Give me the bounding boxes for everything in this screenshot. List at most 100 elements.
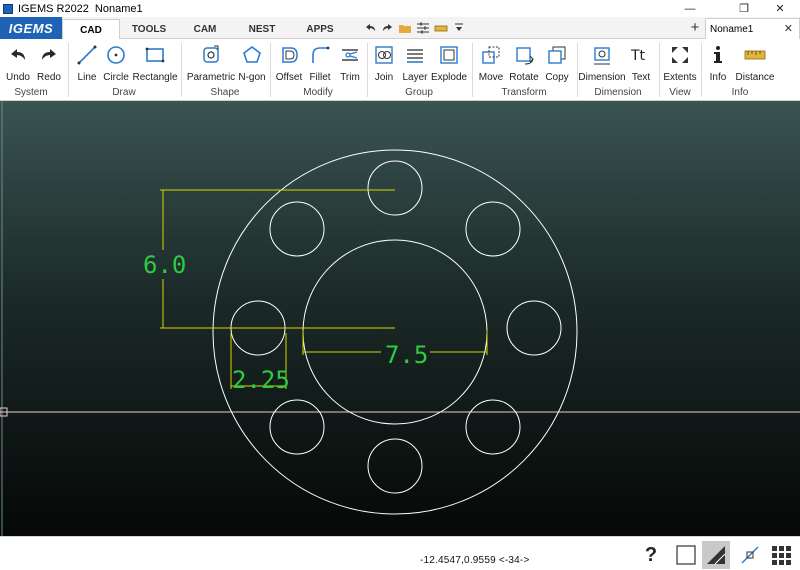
svg-text:Tt: Tt <box>630 48 646 64</box>
quick-measure-icon[interactable] <box>434 21 448 35</box>
undo-icon <box>11 49 25 60</box>
layer-label: Layer <box>402 72 428 83</box>
group-dimension: Dimension Tt Text Dimension <box>578 39 658 101</box>
drawing-canvas[interactable]: 6.0 7.5 2.25 <box>0 101 800 536</box>
rotate-button[interactable]: Rotate <box>509 41 539 85</box>
rotate-icon <box>516 47 534 65</box>
tab-cam[interactable]: CAM <box>176 19 234 39</box>
tab-nest[interactable]: NEST <box>233 19 291 39</box>
rotate-label: Rotate <box>509 72 539 83</box>
grid-icon <box>772 546 791 565</box>
offset-button[interactable]: Offset <box>274 41 304 85</box>
copy-button[interactable]: Copy <box>543 41 571 85</box>
new-document-button[interactable]: + <box>687 19 703 37</box>
inner-circle <box>302 239 488 425</box>
dimension-icon <box>594 47 610 65</box>
redo-icon <box>42 49 56 60</box>
cursor-coordinates: -12.4547,0.9559 <-34-> <box>420 555 530 566</box>
quick-settings-icon[interactable] <box>416 21 430 35</box>
quick-open-folder-icon[interactable] <box>398 21 412 35</box>
group-label-draw: Draw <box>112 87 136 98</box>
rectangle-icon <box>145 47 165 63</box>
join-icon <box>375 46 393 64</box>
join-label: Join <box>374 72 394 83</box>
restore-button[interactable]: ❐ <box>729 0 759 17</box>
explode-button[interactable]: Explode <box>431 41 467 85</box>
dimension-text: 6.0 <box>143 251 186 279</box>
ngon-label: N-gon <box>238 72 266 83</box>
group-transform: Move Rotate Copy Transform <box>473 39 575 101</box>
group-info: Info Distance Info <box>702 39 778 101</box>
group-label-shape: Shape <box>210 87 240 98</box>
line-icon <box>77 45 97 65</box>
close-window-button[interactable]: ✕ <box>765 0 795 17</box>
undo-button[interactable]: Undo <box>5 41 31 85</box>
bolt-hole <box>367 160 423 216</box>
drawing-svg[interactable]: 6.0 7.5 2.25 <box>0 101 800 536</box>
document-close-icon[interactable]: ✕ <box>784 22 793 35</box>
ngon-button[interactable]: N-gon <box>238 41 266 85</box>
dimension-lines <box>160 189 488 389</box>
explode-icon <box>440 46 458 64</box>
group-label-dimension: Dimension <box>594 87 642 98</box>
grid-button[interactable] <box>768 542 794 568</box>
move-button[interactable]: Move <box>477 41 505 85</box>
bolt-hole <box>506 300 562 356</box>
trim-button[interactable]: Trim <box>337 41 363 85</box>
rectangle-label: Rectangle <box>132 72 178 83</box>
document-tab[interactable]: Noname1 ✕ <box>705 18 800 39</box>
bolt-hole <box>269 201 325 257</box>
snap-angle-button[interactable] <box>702 541 730 569</box>
parametric-icon <box>203 45 219 63</box>
tab-apps[interactable]: APPS <box>291 19 349 39</box>
explode-label: Explode <box>430 72 468 83</box>
distance-button[interactable]: Distance <box>734 41 776 85</box>
dimension-text: 2.25 <box>232 366 290 394</box>
circle-button[interactable]: Circle <box>103 41 129 85</box>
move-icon <box>482 46 500 64</box>
app-title: IGEMS R2022 <box>18 2 89 15</box>
group-group: Join Layer Explode Group <box>368 39 470 101</box>
help-button[interactable]: ? <box>638 542 664 568</box>
quick-redo-icon[interactable] <box>381 21 395 35</box>
document-title: Noname1 <box>94 2 143 15</box>
rectangle-button[interactable]: Rectangle <box>132 41 178 85</box>
quick-dropdown-icon[interactable] <box>452 21 466 35</box>
tab-tools[interactable]: TOOLS <box>120 19 178 39</box>
snap-point-button[interactable] <box>737 542 763 568</box>
minimize-button[interactable]: — <box>675 0 705 17</box>
copy-label: Copy <box>545 72 569 83</box>
parametric-label: Parametric <box>186 72 236 83</box>
dimension-text: 7.5 <box>385 341 428 369</box>
undo-label: Undo <box>6 72 30 83</box>
tab-cad[interactable]: CAD <box>62 19 120 40</box>
text-icon: Tt <box>630 48 646 64</box>
outer-circle <box>212 149 578 515</box>
fillet-button[interactable]: Fillet <box>307 41 333 85</box>
redo-button[interactable]: Redo <box>36 41 62 85</box>
layer-button[interactable]: Layer <box>401 41 429 85</box>
dimension-texts: 6.0 7.5 2.25 <box>143 251 428 394</box>
dimension-button[interactable]: Dimension <box>578 41 626 85</box>
offset-label: Offset <box>275 72 303 83</box>
extents-button[interactable]: Extents <box>663 41 697 85</box>
parametric-button[interactable]: Parametric <box>187 41 235 85</box>
distance-label: Distance <box>735 72 775 83</box>
group-label-modify: Modify <box>303 87 333 98</box>
group-label-info: Info <box>731 87 749 98</box>
move-label: Move <box>478 72 504 83</box>
angle-snap-icon <box>707 546 726 565</box>
extents-icon <box>672 47 688 63</box>
title-bar: IGEMS R2022 Noname1 — ❐ ✕ <box>0 0 800 17</box>
group-draw: Line Circle Rectangle Draw <box>69 39 179 101</box>
group-modify: Offset Fillet Trim Modify <box>271 39 365 101</box>
info-button[interactable]: Info <box>705 41 731 85</box>
ortho-toggle-button[interactable] <box>673 542 699 568</box>
offset-icon <box>282 47 298 63</box>
line-button[interactable]: Line <box>73 41 101 85</box>
quick-undo-icon[interactable] <box>363 21 377 35</box>
text-button[interactable]: Tt Text <box>628 41 654 85</box>
layer-icon <box>407 49 423 63</box>
polygon-icon <box>243 46 261 63</box>
join-button[interactable]: Join <box>371 41 397 85</box>
